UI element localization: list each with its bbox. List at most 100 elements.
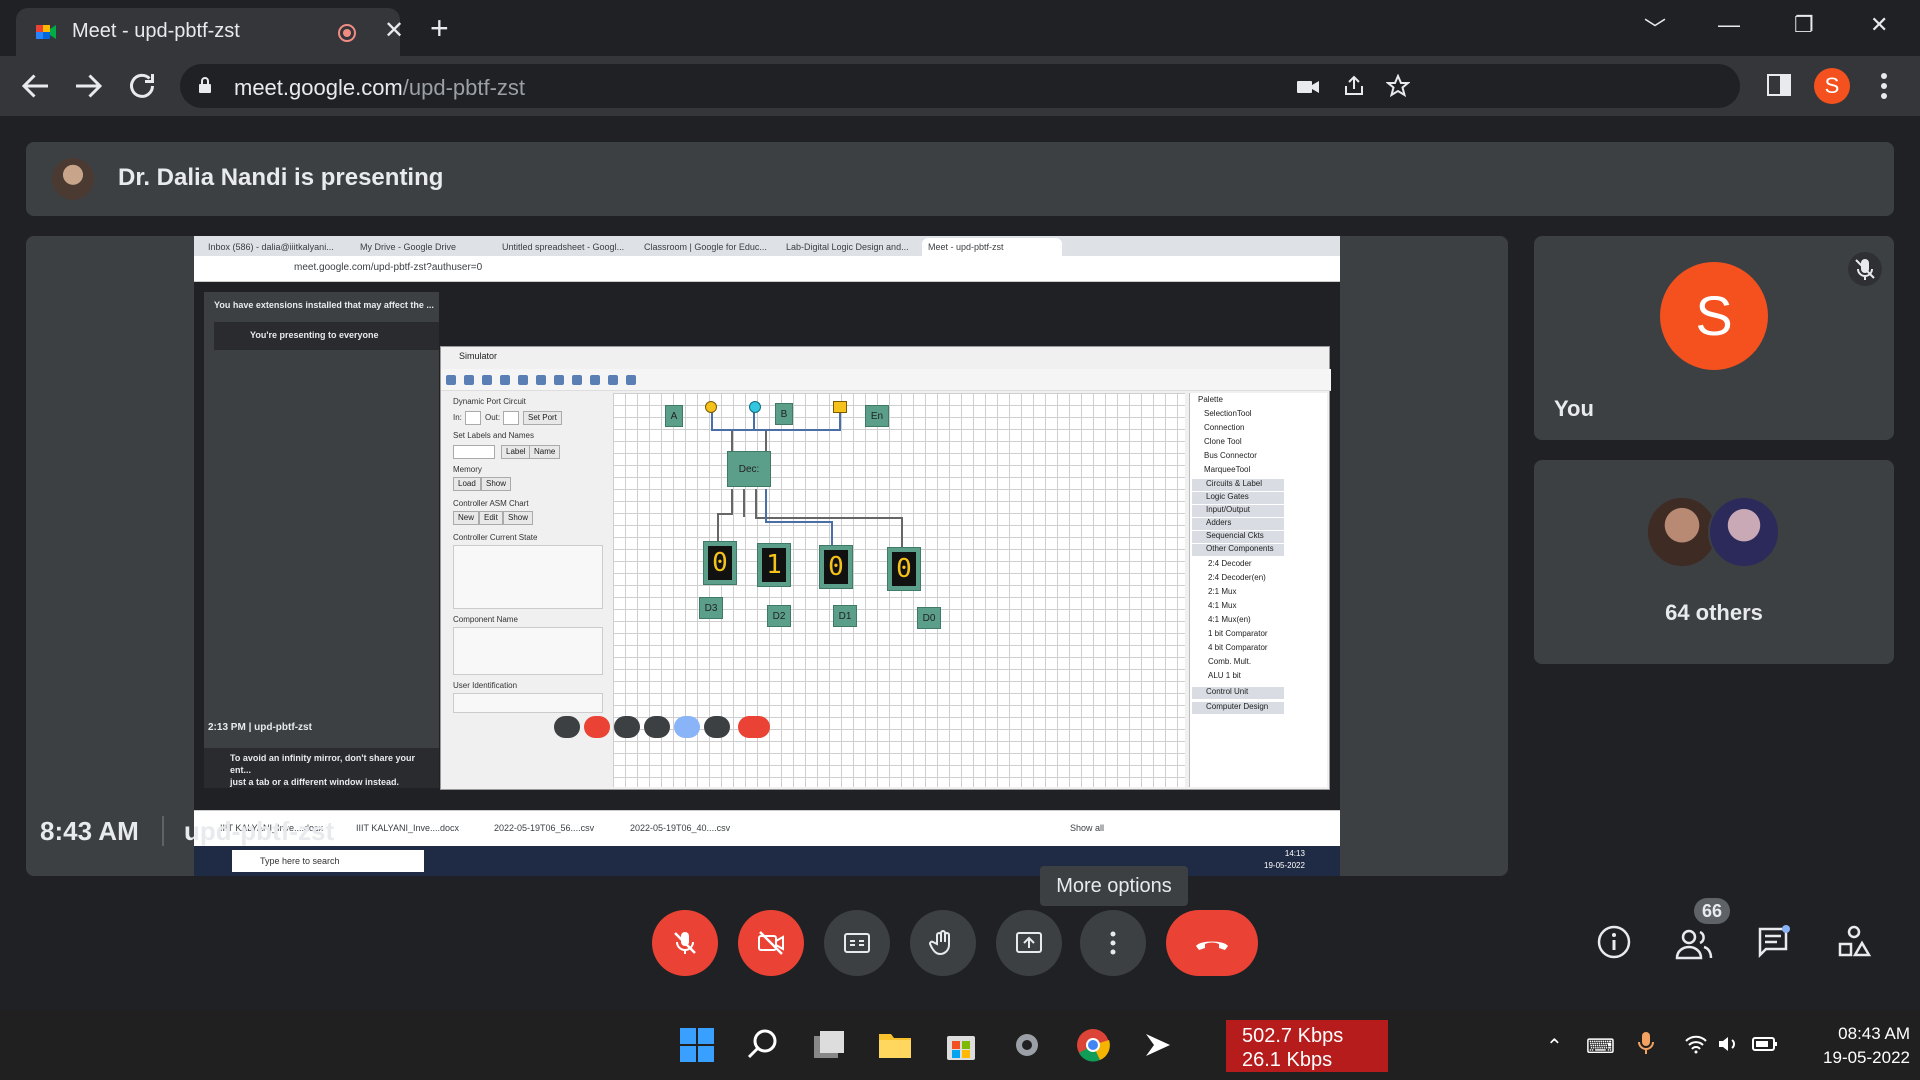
shared-meet-controls: 2:13 PM | upd-pbtf-zst <box>194 712 1340 766</box>
chrome-menu-icon[interactable] <box>1878 72 1890 100</box>
palette-tool: MarqueeTool <box>1204 465 1251 474</box>
restore-button[interactable]: ❐ <box>1794 12 1814 38</box>
bookmark-star-icon[interactable] <box>1386 74 1410 98</box>
mic-off-icon <box>674 932 696 954</box>
zoom-out-icon <box>608 375 618 385</box>
system-clock[interactable]: 08:43 AM 19-05-2022 <box>1790 1022 1910 1070</box>
side-panel-icon[interactable] <box>1766 72 1792 98</box>
shared-address-bar: meet.google.com/upd-pbtf-zst?authuser=0 <box>194 256 1340 282</box>
user-id-label: User Identification <box>453 681 518 690</box>
people-icon[interactable] <box>1674 926 1714 962</box>
meeting-time: 8:43 AM <box>40 816 139 846</box>
camera-blocked-icon[interactable] <box>1296 76 1320 98</box>
task-view-icon[interactable] <box>810 1026 848 1064</box>
palette-item: 2:1 Mux <box>1208 587 1237 596</box>
display-d3-value: 0 <box>708 546 732 580</box>
wire <box>765 489 767 523</box>
label-button: Label <box>501 445 531 459</box>
share-icon[interactable] <box>1342 74 1366 98</box>
save-icon <box>464 375 474 385</box>
captions-button[interactable] <box>824 910 890 976</box>
tab-close-icon[interactable]: ✕ <box>384 16 404 45</box>
mic-off-icon <box>1848 252 1882 286</box>
new-tab-button[interactable]: + <box>430 10 449 47</box>
divider <box>162 816 164 846</box>
wire <box>901 517 903 551</box>
mic-toggle-button[interactable] <box>652 910 718 976</box>
palette-tool: Bus Connector <box>1204 451 1257 460</box>
reload-icon[interactable] <box>124 68 160 104</box>
present-button[interactable] <box>996 910 1062 976</box>
memory-show-button: Show <box>481 477 512 491</box>
close-window-button[interactable]: ✕ <box>1870 12 1888 38</box>
current-state-label: Controller Current State <box>453 533 538 542</box>
address-bar[interactable]: meet.google.com/upd-pbtf-zst <box>180 64 1740 108</box>
shared-present-icon <box>674 716 700 738</box>
terminal-app-icon[interactable] <box>1140 1026 1178 1064</box>
asm-new-button: New <box>453 511 480 525</box>
volume-icon[interactable] <box>1716 1032 1740 1056</box>
decoder-block: Dec: <box>727 451 771 487</box>
palette-group: Other Components <box>1192 544 1284 556</box>
windows-start-icon[interactable] <box>678 1026 716 1064</box>
tab-title: Meet - upd-pbtf-zst <box>72 20 240 42</box>
step-icon <box>518 375 528 385</box>
in-port-field <box>465 411 481 425</box>
forward-icon[interactable] <box>70 68 106 104</box>
clock-date: 19-05-2022 <box>1823 1048 1910 1067</box>
tray-chevron-icon[interactable]: ⌃ <box>1546 1034 1563 1059</box>
tab-search-icon[interactable]: ﹀ <box>1644 12 1666 44</box>
asm-chart-label: Controller ASM Chart <box>453 499 529 508</box>
in-label: In: <box>453 413 462 422</box>
display-d2-value: 1 <box>762 548 786 582</box>
wire <box>839 411 841 431</box>
settings-gear-icon[interactable] <box>1008 1026 1046 1064</box>
net-upload: 502.7 Kbps <box>1242 1025 1344 1047</box>
palette-group: Adders <box>1192 518 1284 530</box>
set-labels-label: Set Labels and Names <box>453 431 534 440</box>
raise-hand-button[interactable] <box>910 910 976 976</box>
url-text: meet.google.com/upd-pbtf-zst <box>234 75 525 101</box>
back-icon[interactable] <box>18 68 54 104</box>
palette-item: 4:1 Mux(en) <box>1208 615 1251 624</box>
palette-tool: Clone Tool <box>1204 437 1242 446</box>
file-explorer-icon[interactable] <box>876 1026 914 1064</box>
presentation-tile[interactable]: Inbox (586) - dalia@iiitkalyani... My Dr… <box>26 236 1508 876</box>
chat-icon[interactable] <box>1756 924 1792 960</box>
input-a: A <box>665 405 683 427</box>
activities-icon[interactable] <box>1836 924 1872 960</box>
chrome-icon[interactable] <box>1074 1026 1112 1064</box>
mirror-note-line2: just a tab or a different window instead… <box>230 777 400 787</box>
shared-cc-icon <box>614 716 640 738</box>
wire <box>731 489 733 515</box>
windows-taskbar: 502.7 Kbps 26.1 Kbps ⌃ ⌨ 08:43 AM 19-05-… <box>0 1010 1920 1080</box>
net-download: 26.1 Kbps <box>1242 1049 1333 1071</box>
memory-label: Memory <box>453 465 482 474</box>
camera-toggle-button[interactable] <box>738 910 804 976</box>
palette-group: Control Unit <box>1192 687 1284 699</box>
leave-call-button[interactable] <box>1166 910 1258 976</box>
url-path: /upd-pbtf-zst <box>402 75 526 100</box>
asm-show-button: Show <box>503 511 534 525</box>
input-en: En <box>865 405 889 427</box>
browser-tab-meet[interactable]: Meet - upd-pbtf-zst ✕ <box>16 8 404 56</box>
wifi-icon[interactable] <box>1684 1032 1708 1056</box>
microsoft-store-icon[interactable] <box>942 1026 980 1064</box>
profile-avatar[interactable]: S <box>1814 68 1850 104</box>
print-icon <box>482 375 492 385</box>
self-avatar: S <box>1660 262 1768 370</box>
search-icon[interactable] <box>744 1026 782 1064</box>
others-tile[interactable]: 64 others <box>1534 460 1894 664</box>
display-d3: 0 <box>703 541 737 585</box>
battery-icon[interactable] <box>1752 1034 1778 1054</box>
self-tile[interactable]: S You <box>1534 236 1894 440</box>
meeting-info-icon[interactable] <box>1596 924 1632 960</box>
microphone-in-use-icon[interactable] <box>1636 1030 1656 1058</box>
minimize-button[interactable]: — <box>1718 12 1740 38</box>
shared-tab: Classroom | Google for Educ... <box>644 242 767 252</box>
present-screen-icon <box>1016 932 1042 953</box>
more-options-button[interactable] <box>1080 910 1146 976</box>
display-d2: 1 <box>757 543 791 587</box>
keyboard-icon[interactable]: ⌨ <box>1586 1034 1615 1059</box>
shared-tab: Lab-Digital Logic Design and... <box>786 242 909 252</box>
